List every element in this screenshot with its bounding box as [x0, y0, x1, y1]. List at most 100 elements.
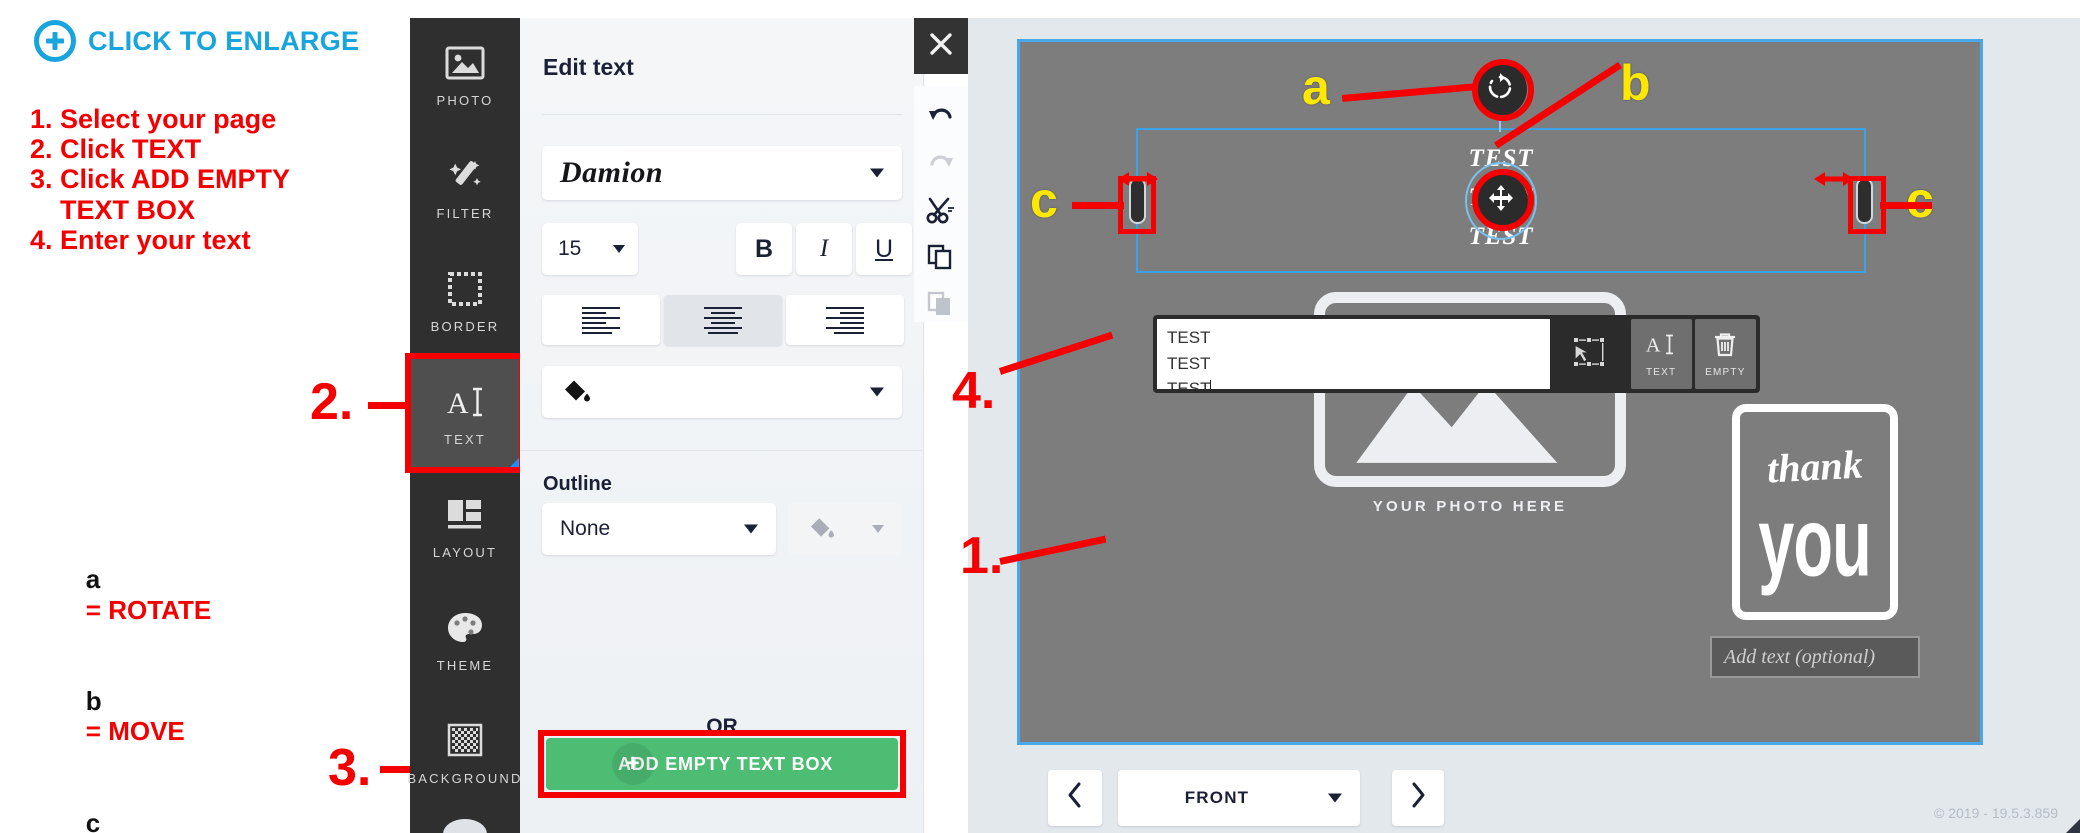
instruction-step: 3. Click ADD EMPTY	[30, 164, 291, 195]
sidebar-item-photo[interactable]: PHOTO	[410, 18, 520, 131]
add-empty-text-box-button[interactable]: + ADD EMPTY TEXT BOX	[546, 738, 898, 790]
prev-page-button[interactable]	[1048, 770, 1102, 826]
photo-icon	[442, 42, 488, 84]
active-indicator-icon	[507, 457, 520, 470]
sidebar-item-layout[interactable]: LAYOUT	[410, 470, 520, 583]
scissors-icon[interactable]	[921, 192, 961, 229]
align-center-icon	[704, 306, 742, 334]
sidebar-item-label: THEME	[436, 657, 494, 673]
font-size-value: 15	[558, 237, 582, 260]
redo-icon	[921, 145, 961, 182]
selected-text-box[interactable]: TEST TEST TEST	[1129, 128, 1873, 273]
select-object-icon	[1572, 336, 1606, 373]
thank-you-badge: thank you	[1732, 404, 1898, 620]
instruction-step: TEXT BOX	[30, 194, 196, 225]
text-edit-overlay[interactable]: TEST TEST TEST A TEXT EMPTY	[1153, 315, 1760, 393]
sidebar-item-label: TEXT	[443, 431, 487, 447]
trash-icon	[1711, 330, 1739, 363]
font-family-select[interactable]: Damion	[542, 146, 902, 200]
sidebar-item-filter[interactable]: FILTER	[410, 131, 520, 244]
magic-wand-icon	[442, 155, 488, 197]
sidebar-item-label: FILTER	[436, 205, 494, 221]
rotate-handle-stem	[1499, 116, 1501, 132]
copy-icon[interactable]	[921, 238, 961, 275]
edit-tool-strip[interactable]	[914, 86, 968, 322]
chevron-down-icon	[613, 245, 625, 253]
svg-text:A: A	[447, 387, 469, 420]
legend-key: a	[85, 564, 101, 595]
page-side-value: FRONT	[1184, 788, 1250, 807]
callout-letter-c-left: c	[1030, 172, 1058, 228]
svg-text:A: A	[1646, 335, 1661, 357]
callout-leader-line	[368, 402, 412, 409]
sidebar-item-background[interactable]: BACKGROUND	[407, 696, 520, 809]
callout-step-4: 4.	[952, 362, 996, 420]
legend-value: = MOVE	[85, 716, 185, 747]
align-right-icon	[826, 306, 864, 334]
panel-title: Edit text	[543, 54, 634, 80]
bold-button[interactable]: B	[736, 223, 792, 275]
callout-leader-line	[1072, 202, 1124, 209]
instruction-step: 2. Click TEXT	[30, 134, 202, 165]
rotate-handle[interactable]	[1473, 62, 1527, 116]
chevron-right-icon	[1409, 781, 1427, 816]
chevron-down-icon	[870, 387, 884, 397]
chevron-down-icon	[872, 525, 884, 533]
text-edit-line: TEST	[1167, 353, 1211, 373]
italic-button[interactable]: I	[796, 223, 852, 275]
plus-circle-icon	[34, 20, 76, 62]
callout-step-1: 1.	[960, 527, 1004, 585]
width-handle-right[interactable]	[1856, 177, 1873, 224]
text-cursor-caret	[1210, 380, 1212, 389]
page-side-select[interactable]: FRONT	[1118, 770, 1360, 826]
close-panel-button[interactable]	[914, 18, 968, 74]
align-right-button[interactable]	[786, 295, 904, 345]
callout-step-2: 2.	[310, 373, 354, 431]
click-to-enlarge[interactable]: CLICK TO ENLARGE	[34, 20, 359, 62]
resize-corner-icon[interactable]	[2066, 819, 2080, 833]
underline-button[interactable]: U	[856, 223, 912, 275]
chevron-down-icon	[744, 524, 758, 534]
fill-color-select[interactable]	[542, 366, 902, 418]
font-family-value: Damion	[560, 156, 664, 189]
thank-you-line-1: thank	[1766, 441, 1864, 492]
add-text-optional-field[interactable]: Add text (optional)	[1710, 636, 1920, 678]
overlay-empty-button[interactable]: EMPTY	[1694, 319, 1756, 389]
palette-icon	[442, 607, 488, 649]
design-page[interactable]: TEST TEST TEST	[1017, 39, 1983, 745]
outline-style-select[interactable]: None	[542, 503, 776, 555]
divider	[542, 114, 902, 115]
callout-leader-line	[1341, 83, 1479, 102]
undo-icon[interactable]	[921, 98, 961, 135]
divider	[520, 450, 924, 451]
legend-item: a = ROTATE	[28, 534, 304, 656]
sidebar-item-border[interactable]: BORDER	[410, 244, 520, 357]
outline-color-select[interactable]	[788, 503, 902, 555]
plus-icon: +	[612, 743, 654, 785]
sidebar-item-text[interactable]: A TEXT	[410, 357, 520, 470]
resize-horizontal-icon	[1811, 168, 1857, 195]
callout-letter-a: a	[1302, 59, 1330, 115]
tool-sidebar[interactable]: PHOTO FILTER BORDER A TEXT LAYOUT THEME …	[407, 18, 520, 833]
overlay-text-label: TEXT	[1645, 367, 1677, 378]
paste-icon	[921, 285, 961, 322]
sidebar-scroll-handle[interactable]	[443, 819, 487, 833]
copyright-text: © 2019 - 19.5.3.859	[1934, 805, 2058, 821]
layout-icon	[442, 494, 488, 536]
callout-step-3: 3.	[328, 739, 372, 797]
move-handle[interactable]	[1474, 173, 1528, 228]
next-page-button[interactable]	[1392, 770, 1444, 826]
paint-bucket-icon	[562, 377, 592, 408]
instruction-step: 4. Enter your text	[30, 224, 251, 255]
sidebar-item-label: LAYOUT	[432, 544, 498, 560]
sidebar-item-theme[interactable]: THEME	[410, 583, 520, 696]
sidebar-item-label: BORDER	[430, 318, 500, 334]
text-edit-input[interactable]: TEST TEST TEST	[1157, 319, 1551, 389]
font-size-select[interactable]: 15	[542, 223, 638, 275]
chevron-down-icon	[1328, 793, 1342, 803]
photo-placeholder-label: YOUR PHOTO HERE	[1372, 498, 1568, 515]
overlay-text-button[interactable]: A TEXT	[1630, 319, 1692, 389]
align-left-button[interactable]	[542, 295, 660, 345]
align-center-button[interactable]	[664, 295, 782, 345]
select-object-button[interactable]	[1550, 319, 1627, 389]
